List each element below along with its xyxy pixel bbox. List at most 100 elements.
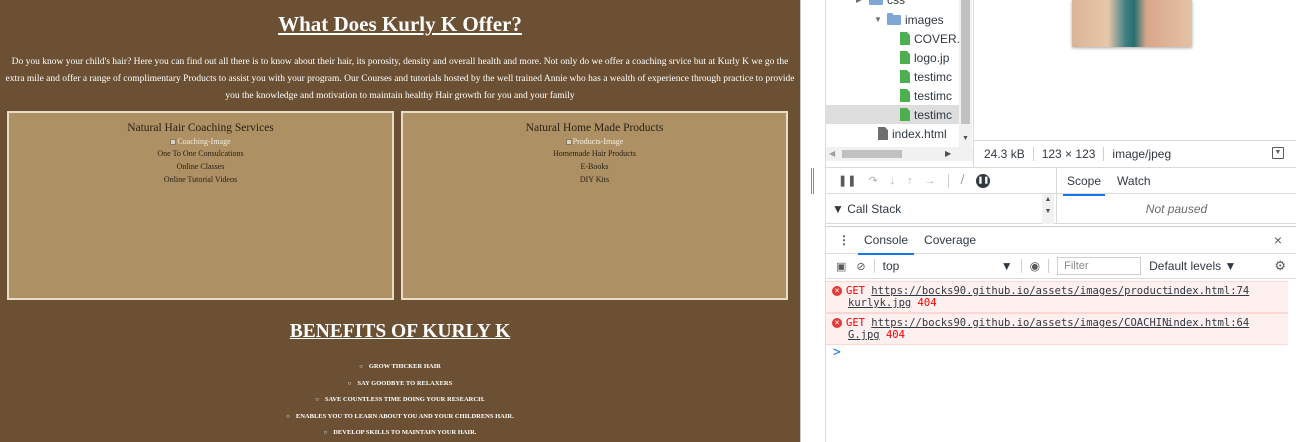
tab-watch[interactable]: Watch [1117,174,1151,188]
card-title: Natural Home Made Products [525,122,664,134]
source-location-link[interactable]: index.html:74 [1167,285,1249,297]
context-selector[interactable]: top ▼ [883,259,1013,273]
call-stack-scrollbar[interactable]: ▲ ▼ [1042,194,1054,224]
preview-image [1072,0,1192,47]
drag-grip-icon[interactable] [811,168,814,194]
drawer-menu-icon[interactable]: ⋮ [838,233,850,247]
file-icon [878,127,888,140]
bullet-icon: ○ [286,413,290,420]
http-method: GET [846,285,865,297]
scope-watch-tabs: Scope Watch [1056,167,1296,196]
context-value: top [882,259,900,273]
tree-item-file[interactable]: testimc [900,67,952,86]
tree-item-file[interactable]: testimc [900,86,952,105]
debugger-toolbar: ❚❚ ↷ ↓ ↑ → ⧸ ❚❚ [826,167,1056,194]
request-url-link[interactable]: kurlyk.jpg [848,297,911,309]
scrollbar-thumb[interactable] [842,150,902,158]
products-card: Natural Home Made Products Products-Imag… [401,111,788,300]
console-error-row: ✕ GET https://bocks90.github.io/assets/im… [826,313,1288,345]
status-code: 404 [885,329,905,341]
benefit-text: ENABLES YOU TO LEARN ABOUT YOU AND YOUR … [295,412,514,420]
tree-item-file-selected[interactable]: testimc [826,105,959,124]
tree-item-file[interactable]: COVER. [900,29,960,48]
request-url-link[interactable]: G.jpg [848,329,880,341]
divider [1103,147,1105,161]
mime-type: image/jpeg [1112,147,1172,161]
filter-input[interactable]: Filter [1057,257,1142,275]
error-icon: ✕ [832,286,842,296]
step-icon[interactable]: → [925,175,936,187]
scroll-down-icon[interactable]: ▼ [962,135,969,142]
status-code: 404 [917,297,937,309]
benefit-item: ○ GROW THICKER HAIR [0,359,800,376]
expand-arrow-icon[interactable]: ▶ [856,0,865,4]
eye-icon[interactable]: ◉ [1030,259,1040,273]
tree-horizontal-scrollbar[interactable]: ◀ ▶ [826,147,973,161]
benefit-text: GROW THICKER HAIR [368,363,441,370]
services-list: One To One Consulcations Online Classes … [9,147,392,186]
tree-item-label: testimc [914,107,953,122]
log-levels-dropdown[interactable]: Default levels ▼ [1149,259,1236,273]
drawer-tab-bar: ⋮ Console Coverage × [826,226,1296,255]
image-file-icon [900,70,910,83]
request-url-link[interactable]: https://bocks90.github.io/assets/images/… [871,285,1168,297]
call-stack-label: ▼ Call Stack [832,201,902,216]
request-url-link[interactable]: https://bocks90.github.io/assets/images/… [871,317,1168,329]
collapse-arrow-icon[interactable]: ▼ [874,15,883,24]
sidebar-toggle-icon[interactable]: ▣ [836,260,846,273]
benefit-text: DEVELOP SKILLS TO MAINTAIN YOUR HAIR. [333,429,477,436]
tab-scope[interactable]: Scope [1062,174,1106,196]
divider [947,173,949,188]
http-method: GET [846,317,865,329]
bullet-icon: ○ [347,380,352,387]
console-prompt[interactable]: > [833,345,841,360]
call-stack-header[interactable]: ▼ Call Stack ▲ ▼ [826,194,1056,224]
tree-item-css[interactable]: ▶ css [856,0,905,9]
tree-vertical-scrollbar[interactable]: ▼ [959,0,972,147]
section-title: What Does Kurly K Offer? [278,12,522,36]
not-paused-message: Not paused [1056,194,1296,224]
scroll-left-icon[interactable]: ◀ [829,149,835,158]
file-size: 24.3 kB [984,147,1025,161]
divider [1020,259,1022,273]
benefit-item: ○ SAVE COUNTLESS TIME DOING YOUR RESEARCH… [0,392,800,409]
folder-icon [869,0,883,5]
image-file-icon [900,32,910,45]
step-into-icon[interactable]: ↓ [890,175,896,187]
tab-console[interactable]: Console [857,233,915,255]
panel-splitter[interactable] [800,0,826,442]
tab-coverage[interactable]: Coverage [924,233,976,247]
close-drawer-icon[interactable]: × [1274,232,1282,248]
image-file-icon [900,89,910,102]
tree-item-label: css [887,0,905,7]
resume-icon[interactable]: ❚❚ [838,174,856,187]
bullet-icon: ○ [315,397,319,403]
benefits-title: BENEFITS OF KURLY K [289,321,511,342]
save-icon[interactable]: ▼ [1272,147,1284,159]
tree-item-file[interactable]: logo.jp [900,48,949,67]
tree-item-images[interactable]: ▼ images [874,10,944,29]
tree-item-index-html[interactable]: index.html [878,124,947,143]
scrollbar-thumb[interactable] [961,0,970,124]
clear-console-icon[interactable]: ⊘ [856,260,865,273]
tree-item-label: logo.jp [914,50,950,65]
list-item: Homemade Hair Products [552,149,637,158]
step-out-icon[interactable]: ↑ [907,175,913,187]
image-alt-text: Coaching-Image [177,137,231,146]
image-preview [973,0,1296,140]
image-file-icon [900,51,910,64]
gear-icon[interactable]: ⚙ [1274,258,1286,274]
console-toolbar: ▣ ⊘ top ▼ ◉ Filter Default levels ▼ ⚙ [826,254,1296,279]
deactivate-breakpoints-icon[interactable]: ⧸ [961,174,965,187]
step-over-icon[interactable]: ↷ [868,174,877,187]
error-icon: ✕ [832,318,842,328]
chevron-down-icon: ▼ [1000,259,1013,273]
image-dimensions: 123 × 123 [1041,147,1096,161]
benefit-item: ○ DEVELOP SKILLS TO MAINTAIN YOUR HAIR. [0,425,800,442]
folder-icon [887,12,901,25]
scroll-right-icon[interactable]: ▶ [945,149,951,158]
source-location-link[interactable]: index.html:64 [1167,317,1249,329]
console-error-row: ✕ GET https://bocks90.github.io/assets/im… [826,281,1288,313]
pause-on-exceptions-icon[interactable]: ❚❚ [976,173,991,188]
card-title: Natural Hair Coaching Services [127,122,274,134]
